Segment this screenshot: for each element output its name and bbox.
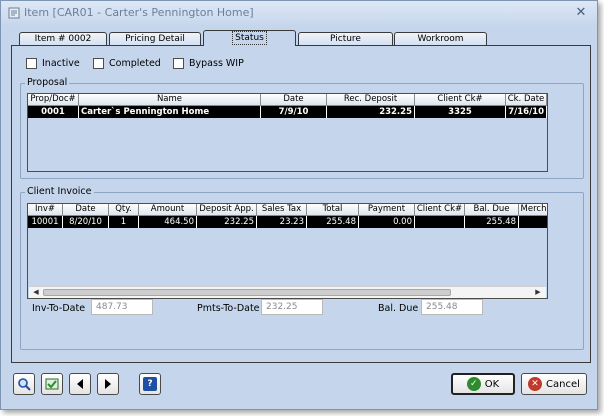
scroll-right-icon[interactable]: ▶ bbox=[532, 287, 544, 298]
table-row[interactable]: 0001 Carter`s Pennington Home 7/9/10 232… bbox=[28, 106, 547, 118]
help-icon: ? bbox=[143, 377, 157, 391]
table-cell: 0001 bbox=[28, 106, 79, 118]
column-header[interactable]: Total bbox=[307, 204, 359, 216]
check-list-button[interactable] bbox=[41, 373, 63, 395]
arrow-right-icon bbox=[105, 379, 111, 389]
totals-row: Inv-To-Date 487.73 Pmts-To-Date 232.25 B… bbox=[32, 299, 592, 319]
inv-to-date-label: Inv-To-Date bbox=[32, 303, 86, 314]
proposal-group: Proposal Prop/Doc# Name Date Rec. Deposi… bbox=[20, 77, 584, 179]
column-header[interactable]: Name bbox=[79, 94, 261, 106]
checkbox-box[interactable] bbox=[173, 57, 184, 69]
status-checkboxes: Inactive Completed Bypass WIP bbox=[26, 56, 586, 70]
search-icon bbox=[18, 378, 31, 391]
table-cell: 232.25 bbox=[327, 106, 415, 118]
table-cell: Carter`s Pennington Home bbox=[79, 106, 261, 118]
column-header[interactable]: Date bbox=[261, 94, 327, 106]
table-cell: 255.48 bbox=[307, 216, 359, 228]
bal-due-field: 255.48 bbox=[421, 299, 483, 315]
check-list-icon bbox=[45, 378, 59, 390]
table-cell: 10001 bbox=[28, 216, 63, 228]
proposal-group-label: Proposal bbox=[25, 77, 70, 88]
column-header[interactable]: Client Ck# bbox=[415, 94, 506, 106]
item-window: Item [CAR01 - Carter's Pennington Home] … bbox=[0, 0, 598, 410]
table-cell: 7/16/10 bbox=[506, 106, 547, 118]
inactive-checkbox[interactable]: Inactive bbox=[26, 56, 80, 70]
column-header[interactable]: Date bbox=[63, 204, 109, 216]
column-header[interactable]: Rec. Deposit bbox=[327, 94, 415, 106]
client-invoice-grid[interactable]: Inv# Date Qty. Amount Deposit App. Sales… bbox=[27, 203, 548, 299]
ok-button-label: OK bbox=[484, 378, 500, 390]
column-header[interactable]: Deposit App. bbox=[197, 204, 257, 216]
tab-workroom[interactable]: Workroom bbox=[394, 32, 487, 45]
pmts-to-date-label: Pmts-To-Date bbox=[197, 303, 260, 314]
column-header[interactable]: Bal. Due bbox=[465, 204, 519, 216]
horizontal-scrollbar[interactable]: ◀ ▶ bbox=[29, 286, 546, 298]
tab-label: Picture bbox=[330, 34, 361, 44]
column-header[interactable]: Qty. bbox=[109, 204, 139, 216]
checkbox-label: Bypass WIP bbox=[189, 57, 244, 69]
tab-item-number[interactable]: Item # 0002 bbox=[19, 32, 107, 45]
checkbox-label: Completed bbox=[109, 57, 161, 69]
column-header[interactable]: Prop/Doc# bbox=[28, 94, 79, 106]
table-cell: 464.50 bbox=[139, 216, 197, 228]
window-title: Item [CAR01 - Carter's Pennington Home] bbox=[24, 6, 254, 19]
tab-status[interactable]: Status bbox=[203, 30, 296, 46]
table-cell: 23.23 bbox=[257, 216, 307, 228]
table-cell: 1 bbox=[109, 216, 139, 228]
next-button[interactable] bbox=[97, 373, 119, 395]
checkbox-label: Inactive bbox=[42, 57, 80, 69]
tab-label: Pricing Detail bbox=[125, 34, 185, 44]
column-header[interactable]: Inv# bbox=[28, 204, 63, 216]
cancel-button-label: Cancel bbox=[546, 378, 580, 390]
proposal-grid[interactable]: Prop/Doc# Name Date Rec. Deposit Client … bbox=[27, 93, 548, 172]
client-invoice-group-label: Client Invoice bbox=[25, 186, 94, 197]
status-panel: Inactive Completed Bypass WIP Proposal P… bbox=[11, 45, 591, 363]
bypass-wip-checkbox[interactable]: Bypass WIP bbox=[173, 56, 244, 70]
tab-label: Status bbox=[232, 31, 267, 45]
checkbox-box[interactable] bbox=[26, 57, 37, 69]
title-bar[interactable]: Item [CAR01 - Carter's Pennington Home] … bbox=[1, 1, 597, 25]
bal-due-label: Bal. Due bbox=[378, 303, 419, 314]
scroll-left-icon[interactable]: ◀ bbox=[30, 287, 42, 298]
footer-toolbar: ? ✓ OK ✕ Cancel bbox=[11, 373, 591, 399]
table-cell: 8/20/10 bbox=[63, 216, 109, 228]
column-header[interactable]: Sales Tax bbox=[257, 204, 307, 216]
column-header[interactable]: Client Ck# bbox=[415, 204, 465, 216]
tab-label: Item # 0002 bbox=[34, 34, 92, 44]
invoice-header-row: Inv# Date Qty. Amount Deposit App. Sales… bbox=[28, 204, 547, 216]
tab-picture[interactable]: Picture bbox=[298, 32, 393, 45]
table-cell: 7/9/10 bbox=[261, 106, 327, 118]
table-cell: 0.00 bbox=[359, 216, 415, 228]
column-header[interactable]: Payment bbox=[359, 204, 415, 216]
arrow-left-icon bbox=[77, 379, 83, 389]
table-cell: 232.25 bbox=[197, 216, 257, 228]
checkbox-box[interactable] bbox=[93, 57, 104, 69]
tab-label: Workroom bbox=[417, 34, 464, 44]
cancel-button[interactable]: ✕ Cancel bbox=[521, 373, 587, 395]
column-header[interactable]: Ck. Date bbox=[506, 94, 547, 106]
ok-button[interactable]: ✓ OK bbox=[451, 373, 515, 395]
table-cell bbox=[519, 216, 547, 228]
scrollbar-thumb[interactable] bbox=[43, 289, 451, 296]
cancel-icon: ✕ bbox=[528, 377, 543, 391]
tab-pricing-detail[interactable]: Pricing Detail bbox=[109, 32, 201, 45]
inv-to-date-field: 487.73 bbox=[91, 299, 153, 315]
search-button[interactable] bbox=[13, 373, 35, 395]
check-icon: ✓ bbox=[466, 377, 481, 391]
close-icon: ✕ bbox=[575, 5, 587, 20]
table-cell: 255.48 bbox=[465, 216, 519, 228]
table-cell bbox=[415, 216, 465, 228]
app-icon bbox=[8, 7, 20, 19]
table-row[interactable]: 10001 8/20/10 1 464.50 232.25 23.23 255.… bbox=[28, 216, 547, 228]
completed-checkbox[interactable]: Completed bbox=[93, 56, 161, 70]
previous-button[interactable] bbox=[69, 373, 91, 395]
help-button[interactable]: ? bbox=[139, 373, 161, 395]
close-button[interactable]: ✕ bbox=[573, 5, 589, 21]
column-header[interactable]: Amount bbox=[139, 204, 197, 216]
column-header[interactable]: Merch bbox=[519, 204, 547, 216]
pmts-to-date-field: 232.25 bbox=[261, 299, 323, 315]
client-invoice-group: Client Invoice Inv# Date Qty. Amount Dep… bbox=[20, 186, 584, 350]
table-cell: 3325 bbox=[415, 106, 506, 118]
proposal-header-row: Prop/Doc# Name Date Rec. Deposit Client … bbox=[28, 94, 547, 106]
